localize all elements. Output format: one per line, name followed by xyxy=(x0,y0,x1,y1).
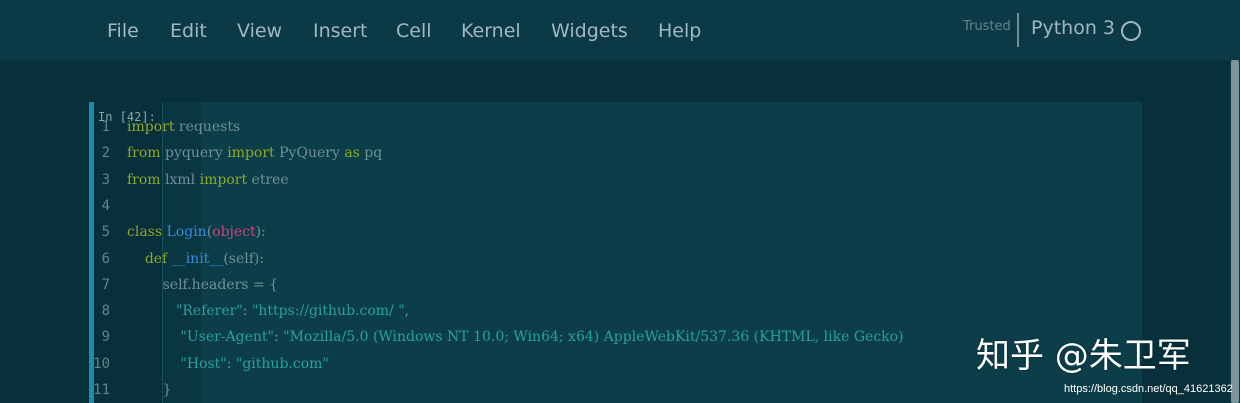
code-token: "Mozilla/5.0 (Windows NT 10.0; Win64; x6… xyxy=(283,329,904,346)
menu-help[interactable]: Help xyxy=(658,20,701,42)
code-token: class xyxy=(127,224,163,241)
code-line: def __init__(self): xyxy=(127,251,264,267)
code-token: } xyxy=(127,382,172,398)
code-token: : xyxy=(226,355,236,372)
code-token: , xyxy=(404,303,410,320)
code-line: from lxml import etree xyxy=(127,172,289,188)
line-number: 1 xyxy=(101,119,110,135)
code-token: import xyxy=(199,171,248,188)
line-number: 11 xyxy=(93,382,110,398)
line-number: 4 xyxy=(101,197,110,214)
code-token: pq xyxy=(359,145,383,162)
code-token: : xyxy=(273,329,284,346)
code-line: import requests xyxy=(127,119,240,135)
menu-edit[interactable]: Edit xyxy=(170,20,207,42)
code-token: "https://github.com/ " xyxy=(251,303,405,320)
menu-cell[interactable]: Cell xyxy=(396,20,432,42)
line-number: 5 xyxy=(101,224,110,241)
code-token: def xyxy=(144,250,168,267)
code-token: as xyxy=(344,145,360,162)
code-token: object xyxy=(212,224,256,241)
code-token: from xyxy=(127,145,161,162)
code-line: class Login(object): xyxy=(127,224,266,240)
code-token: "Host" xyxy=(180,355,227,372)
code-token: requests xyxy=(174,119,241,135)
line-number: 6 xyxy=(101,250,110,267)
menu-bar: File Edit View Insert Cell Kernel Widget… xyxy=(0,0,1240,61)
line-number: 7 xyxy=(101,276,110,293)
watermark-url: https://blog.csdn.net/qq_41621362 xyxy=(1064,383,1233,395)
code-token: PyQuery xyxy=(274,145,345,162)
code-token: import xyxy=(127,119,175,135)
code-token: lxml xyxy=(160,171,200,188)
code-token: __init__ xyxy=(171,250,224,267)
line-number: 9 xyxy=(101,329,110,346)
code-line: from pyquery import PyQuery as pq xyxy=(127,145,382,161)
code-line: } xyxy=(127,382,172,398)
code-token: (self): xyxy=(223,250,265,267)
code-token: "Referer" xyxy=(175,303,243,320)
line-number: 8 xyxy=(101,303,110,320)
code-line: self.headers = { xyxy=(127,277,278,293)
watermark-text: 知乎 @朱卫军 xyxy=(976,336,1191,376)
code-token: import xyxy=(227,145,275,162)
code-token: : xyxy=(242,303,252,320)
menu-widgets[interactable]: Widgets xyxy=(551,20,628,42)
code-token: from xyxy=(127,171,161,188)
line-number: 10 xyxy=(93,355,110,372)
code-token: etree xyxy=(247,171,289,188)
code-token: "User-Agent" xyxy=(180,329,274,346)
kernel-name[interactable]: Python 3 xyxy=(1031,17,1115,39)
code-line: "Host": "github.com" xyxy=(127,355,329,372)
menu-insert[interactable]: Insert xyxy=(313,20,368,42)
scrollbar-thumb[interactable] xyxy=(1231,60,1239,403)
code-token: pyquery xyxy=(160,145,228,162)
kernel-idle-circle-icon xyxy=(1121,21,1141,41)
code-token: "github.com" xyxy=(235,355,329,372)
menu-kernel[interactable]: Kernel xyxy=(461,20,521,42)
code-token: ): xyxy=(255,224,266,241)
code-line: "Referer": "https://github.com/ ", xyxy=(127,303,409,319)
code-token: self.headers = { xyxy=(127,276,278,293)
code-line: "User-Agent": "Mozilla/5.0 (Windows NT 1… xyxy=(127,329,904,346)
line-number: 3 xyxy=(101,171,110,188)
menu-view[interactable]: View xyxy=(237,20,282,42)
trusted-indicator[interactable]: Trusted xyxy=(963,19,1011,34)
code-token: Login xyxy=(166,224,207,241)
line-number: 2 xyxy=(101,145,110,162)
menu-file[interactable]: File xyxy=(107,20,139,42)
kernel-divider xyxy=(1017,13,1019,47)
